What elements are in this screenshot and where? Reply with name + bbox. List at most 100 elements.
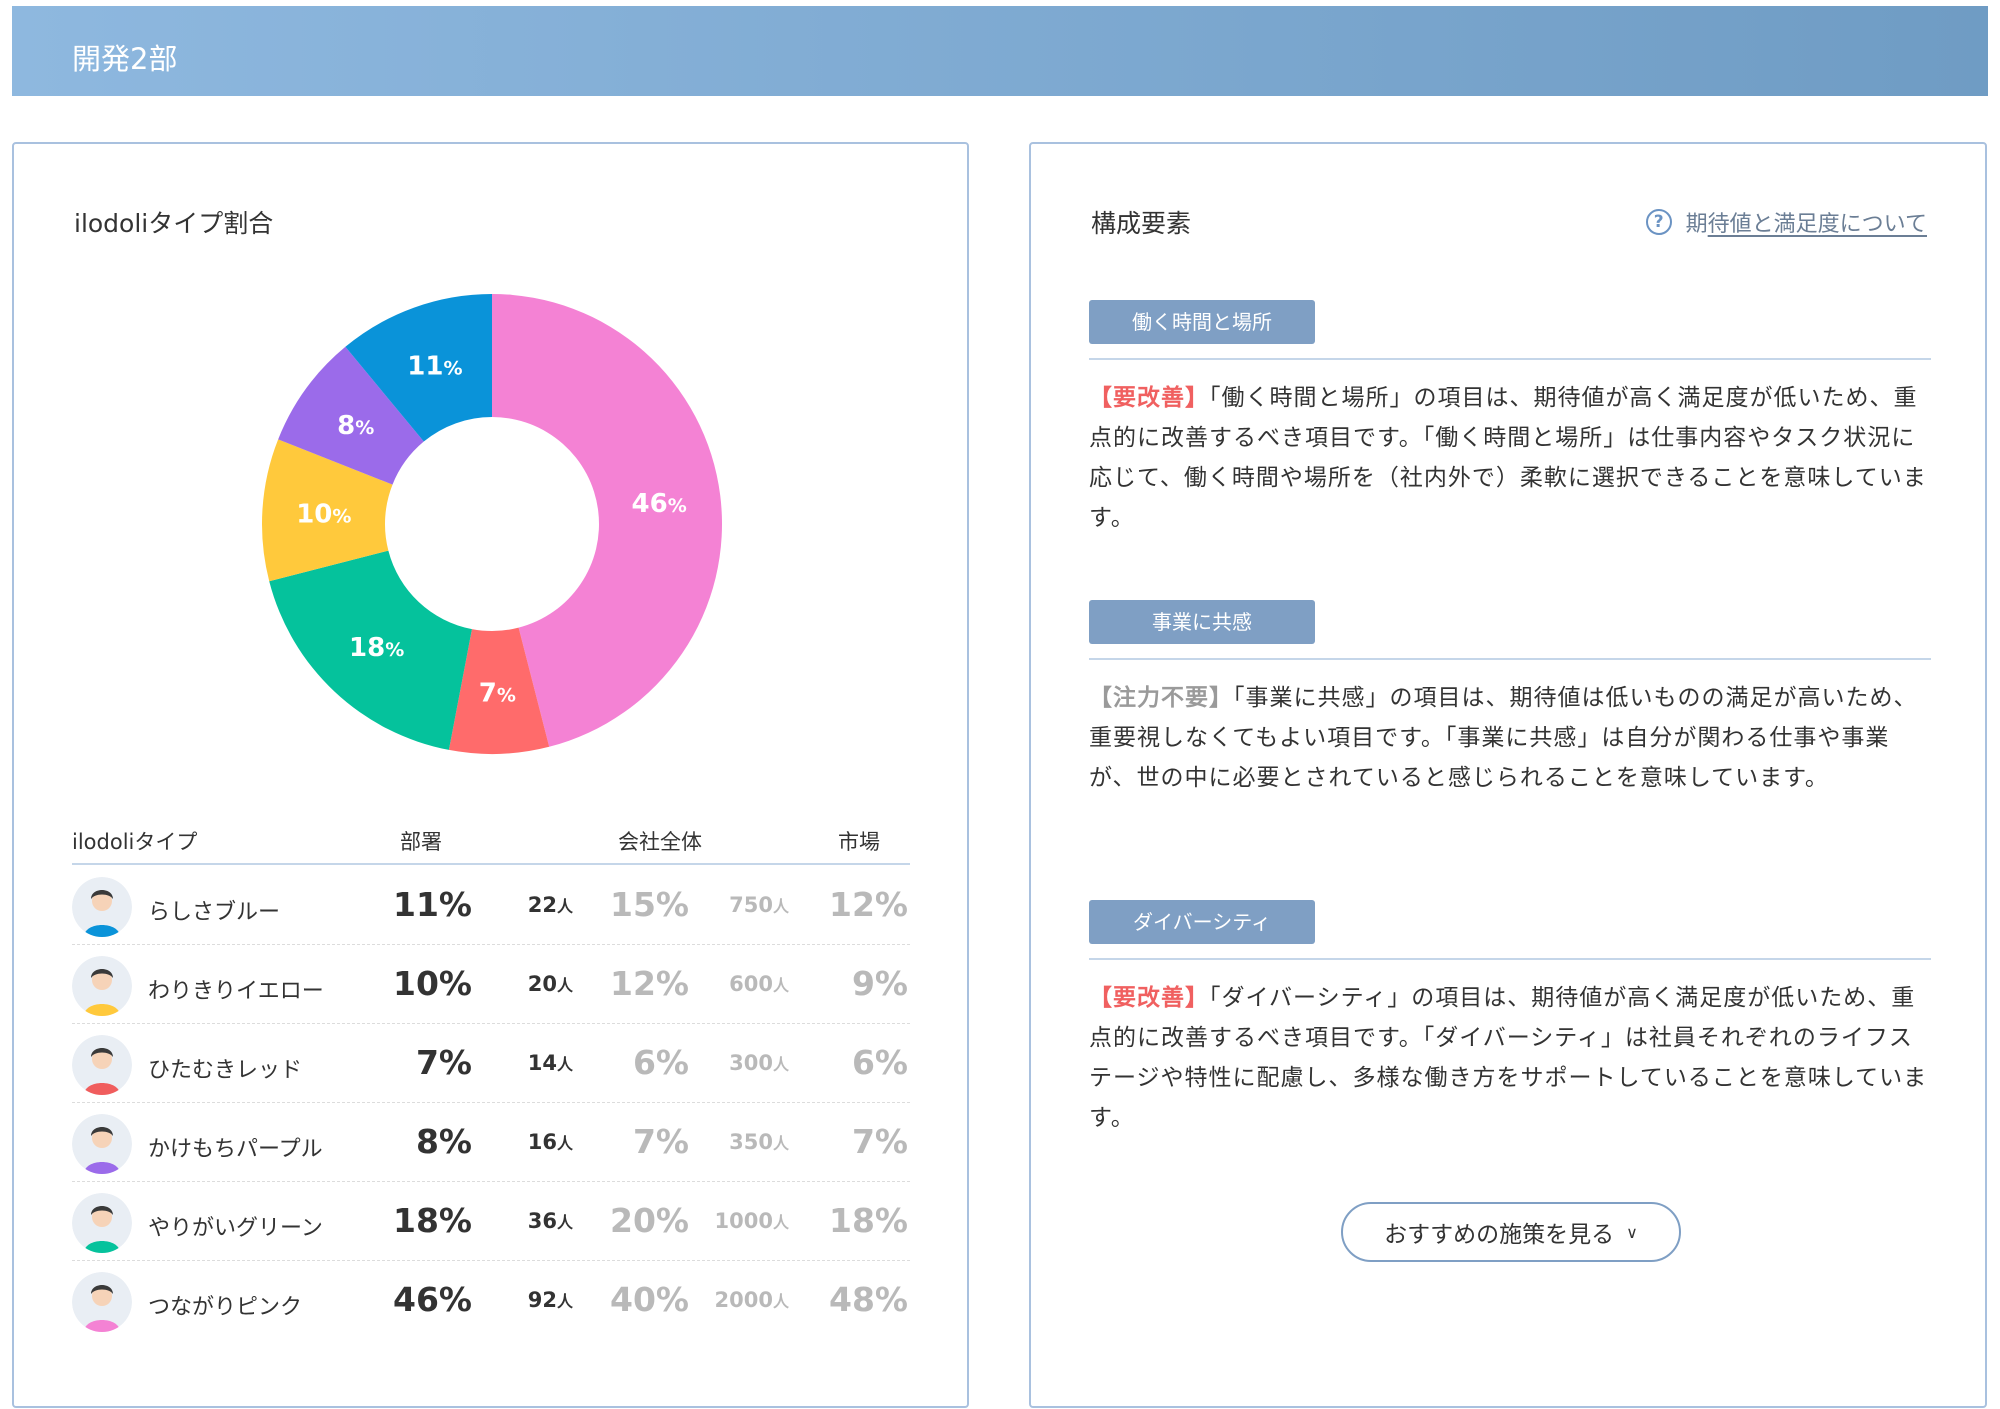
table-row: かけもちパープル 8% 16人 7% 350人 7%: [72, 1103, 910, 1182]
dept-count-value: 14: [527, 1051, 557, 1075]
dept-percent: 8%: [415, 1122, 472, 1161]
company-count-value: 300: [729, 1051, 773, 1075]
components-card: 構成要素 ? 期待値と満足度について 働く時間と場所 【要改善】「働く時間と場所…: [1029, 142, 1987, 1408]
col-header-dept: 部署: [400, 830, 442, 854]
components-title: 構成要素: [1091, 209, 1192, 238]
company-percent: 15%: [610, 885, 689, 924]
count-unit: 人: [772, 897, 789, 916]
expectation-satisfaction-help[interactable]: ? 期待値と満足度について: [1645, 206, 1927, 238]
avatar: [72, 1272, 132, 1332]
help-link-underlined[interactable]: 待値と満足度について: [1708, 212, 1927, 237]
company-percent: 12%: [610, 964, 689, 1003]
avatar: [72, 1114, 132, 1174]
dept-percent: 7%: [415, 1043, 472, 1082]
component-tag: 事業に共感: [1089, 600, 1315, 644]
company-count-value: 350: [729, 1130, 773, 1154]
company-count-value: 750: [729, 893, 773, 917]
avatar: [72, 877, 132, 937]
market-percent: 9%: [851, 964, 908, 1003]
status-badge-improve: 【要改善】: [1089, 985, 1209, 1011]
market-percent: 18%: [829, 1201, 908, 1240]
table-row: やりがいグリーン 18% 36人 20% 1000人 18%: [72, 1182, 910, 1261]
section-divider: [1089, 358, 1931, 360]
component-description: 【要改善】「ダイバーシティ」の項目は、期待値が高く満足度が低いため、重点的に改善…: [1089, 978, 1931, 1138]
dept-percent: 18%: [393, 1201, 472, 1240]
department-title: 開発2部: [72, 42, 178, 76]
description-text: 「ダイバーシティ」の項目は、期待値が高く満足度が低いため、重点的に改善するべき項…: [1089, 985, 1928, 1131]
avatar: [72, 1193, 132, 1253]
help-link-text[interactable]: 期待値と満足度について: [1686, 206, 1927, 238]
type-name: わりきりイエロー: [148, 979, 324, 1004]
dept-count-value: 36: [527, 1209, 557, 1233]
count-unit: 人: [556, 1213, 573, 1232]
dept-count-value: 16: [527, 1130, 557, 1154]
component-section-diversity: ダイバーシティ 【要改善】「ダイバーシティ」の項目は、期待値が高く満足度が低いた…: [1089, 900, 1931, 1138]
type-ratio-donut-chart: 46%7%18%10%8%11%: [262, 294, 722, 754]
type-name: かけもちパープル: [148, 1137, 323, 1162]
col-header-market: 市場: [838, 830, 880, 854]
recommended-measures-button[interactable]: おすすめの施策を見る ∨: [1341, 1202, 1681, 1262]
dept-count: 22人: [528, 893, 573, 917]
company-count-value: 2000: [714, 1288, 773, 1312]
company-percent: 40%: [610, 1280, 689, 1319]
count-unit: 人: [772, 1213, 789, 1232]
type-ratio-title: ilodoliタイプ割合: [74, 209, 274, 238]
table-row: らしさブルー 11% 22人 15% 750人 12%: [72, 866, 910, 945]
count-unit: 人: [556, 1292, 573, 1311]
type-ratio-card: ilodoliタイプ割合 46% 7% 18% 10% 8% 11% ilodoliタイプ…: [12, 142, 969, 1408]
status-badge-no-focus: 【注力不要】: [1089, 685, 1233, 711]
market-percent: 12%: [829, 885, 908, 924]
page-header: 開発2部: [12, 6, 1988, 96]
col-header-company: 会社全体: [618, 830, 702, 854]
company-percent: 6%: [632, 1043, 689, 1082]
dept-count-value: 92: [527, 1288, 557, 1312]
table-row: つながりピンク 46% 92人 40% 2000人 48%: [72, 1261, 910, 1340]
component-tag: ダイバーシティ: [1089, 900, 1315, 944]
type-name: つながりピンク: [148, 1295, 303, 1320]
count-unit: 人: [772, 976, 789, 995]
dept-count-value: 20: [527, 972, 557, 996]
company-count-value: 600: [729, 972, 773, 996]
chevron-down-icon: ∨: [1626, 1222, 1638, 1242]
dept-count: 20人: [528, 972, 573, 996]
dept-count: 16人: [528, 1130, 573, 1154]
table-row: ひたむきレッド 7% 14人 6% 300人 6%: [72, 1024, 910, 1103]
count-unit: 人: [772, 1292, 789, 1311]
component-description: 【要改善】「働く時間と場所」の項目は、期待値が高く満足度が低いため、重点的に改善…: [1089, 378, 1931, 538]
company-percent: 20%: [610, 1201, 689, 1240]
table-header-divider: [72, 863, 910, 865]
dept-percent: 10%: [393, 964, 472, 1003]
dept-percent: 11%: [393, 885, 472, 924]
component-section-business-empathy: 事業に共感 【注力不要】「事業に共感」の項目は、期待値は低いものの満足が高いため…: [1089, 600, 1931, 798]
section-divider: [1089, 958, 1931, 960]
company-count: 300人: [729, 1051, 789, 1075]
market-percent: 48%: [829, 1280, 908, 1319]
company-count: 750人: [729, 893, 789, 917]
component-section-work-time-place: 働く時間と場所 【要改善】「働く時間と場所」の項目は、期待値が高く満足度が低いた…: [1089, 300, 1931, 538]
count-unit: 人: [556, 976, 573, 995]
component-description: 【注力不要】「事業に共感」の項目は、期待値は低いものの満足が高いため、重要視しな…: [1089, 678, 1931, 798]
count-unit: 人: [772, 1055, 789, 1074]
help-link-prefix: 期: [1685, 212, 1708, 237]
type-name: やりがいグリーン: [148, 1216, 323, 1241]
dept-count: 14人: [528, 1051, 573, 1075]
section-divider: [1089, 658, 1931, 660]
dept-count-value: 22: [527, 893, 557, 917]
component-tag: 働く時間と場所: [1089, 300, 1315, 344]
table-row: わりきりイエロー 10% 20人 12% 600人 9%: [72, 945, 910, 1024]
company-count: 1000人: [715, 1209, 789, 1233]
company-count-value: 1000: [714, 1209, 773, 1233]
count-unit: 人: [556, 897, 573, 916]
question-icon: ?: [1645, 209, 1672, 235]
market-percent: 6%: [851, 1043, 908, 1082]
col-header-type: ilodoliタイプ: [72, 830, 198, 854]
dept-percent: 46%: [393, 1280, 472, 1319]
dept-count: 92人: [528, 1288, 573, 1312]
dept-count: 36人: [528, 1209, 573, 1233]
count-unit: 人: [556, 1055, 573, 1074]
type-name: らしさブルー: [148, 900, 281, 925]
count-unit: 人: [772, 1134, 789, 1153]
type-name: ひたむきレッド: [148, 1058, 303, 1083]
count-unit: 人: [556, 1134, 573, 1153]
recommended-measures-label: おすすめの施策を見る: [1384, 1222, 1615, 1248]
